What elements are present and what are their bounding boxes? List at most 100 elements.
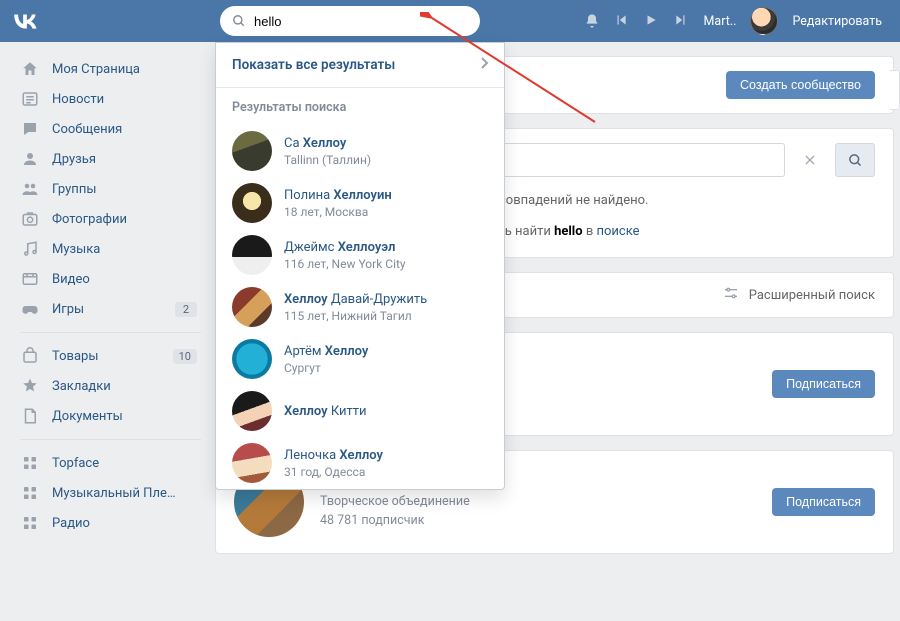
- top-header: Mart.. Редактировать: [0, 0, 900, 42]
- sidebar-item-label: Topface: [52, 456, 197, 471]
- dropdown-result-item[interactable]: Хеллоу Давай-Дружить 115 лет, Нижний Таги…: [216, 281, 504, 333]
- result-name: Хеллоу Китти: [284, 404, 367, 419]
- star-icon: [20, 376, 40, 396]
- result-name: Джеймс Хеллоуэл: [284, 240, 406, 255]
- bell-icon[interactable]: [584, 13, 600, 29]
- next-icon[interactable]: [674, 13, 690, 29]
- show-all-results[interactable]: Показать все результаты: [216, 43, 504, 88]
- sidebar-item[interactable]: Закладки: [20, 371, 215, 401]
- search-button[interactable]: [835, 143, 875, 177]
- sidebar-item[interactable]: Друзья: [20, 144, 215, 174]
- result-avatar: [232, 339, 272, 379]
- result-subtitle: 116 лет, New York City: [284, 257, 406, 271]
- result-avatar: [232, 235, 272, 275]
- groups-icon: [20, 179, 40, 199]
- result-subtitle: 31 год, Одесса: [284, 465, 383, 479]
- sidebar-item-label: Закладки: [52, 379, 197, 394]
- sidebar-badge: 10: [173, 349, 197, 364]
- result-subtitle: Tallinn (Таллин): [284, 153, 371, 167]
- create-community-button[interactable]: Создать сообщество: [726, 71, 875, 99]
- doc-icon: [20, 406, 40, 426]
- result-name: Леночка Хеллоу: [284, 448, 383, 463]
- sidebar-item[interactable]: Игры 2: [20, 294, 215, 324]
- app-icon: [20, 453, 40, 473]
- sidebar-item-label: Игры: [52, 302, 163, 317]
- result-subtitle: Сургут: [284, 361, 368, 375]
- app-icon: [20, 483, 40, 503]
- result-name: Полина Хеллоуин: [284, 188, 392, 203]
- games-icon: [20, 299, 40, 319]
- search-input[interactable]: [220, 6, 480, 36]
- dropdown-result-item[interactable]: Леночка Хеллоу 31 год, Одесса: [216, 437, 504, 489]
- search-link[interactable]: поиске: [596, 224, 639, 239]
- result-name: Артём Хеллоу: [284, 344, 368, 359]
- subscribe-button[interactable]: Подписаться: [772, 488, 875, 516]
- app-icon: [20, 513, 40, 533]
- market-icon: [20, 346, 40, 366]
- results-section-label: Результаты поиска: [216, 88, 504, 125]
- sidebar-item-label: Новости: [52, 92, 197, 107]
- result-subtitle: 18 лет, Москва: [284, 205, 392, 219]
- dropdown-result-item[interactable]: Са Хеллоу Tallinn (Таллин): [216, 125, 504, 177]
- header-edit-link[interactable]: Редактировать: [792, 14, 882, 29]
- sidebar-item-label: Группы: [52, 182, 197, 197]
- sidebar-item-label: Музыка: [52, 242, 197, 257]
- sidebar-item-label: Документы: [52, 409, 197, 424]
- header-search: [220, 6, 480, 36]
- dropdown-result-item[interactable]: Хеллоу Китти: [216, 385, 504, 437]
- result-subtitle: 115 лет, Нижний Тагил: [284, 309, 427, 323]
- sidebar-item-label: Радио: [52, 516, 197, 531]
- sidebar-item[interactable]: Документы: [20, 401, 215, 431]
- right-panel-edge: [890, 70, 900, 110]
- vk-logo[interactable]: [0, 13, 50, 29]
- header-username[interactable]: Mart..: [704, 14, 737, 29]
- sidebar-item-label: Видео: [52, 272, 197, 287]
- dropdown-result-item[interactable]: Джеймс Хеллоуэл 116 лет, New York City: [216, 229, 504, 281]
- sidebar-item[interactable]: Радио: [20, 508, 215, 538]
- result-type: Творческое объединение: [320, 493, 756, 512]
- sidebar-item-label: Фотографии: [52, 212, 197, 227]
- result-name: Са Хеллоу: [284, 136, 371, 151]
- result-subs: 48 781 подписчик: [320, 512, 756, 531]
- news-icon: [20, 89, 40, 109]
- dropdown-result-item[interactable]: Артём Хеллоу Сургут: [216, 333, 504, 385]
- sidebar-item[interactable]: Topface: [20, 448, 215, 478]
- sidebar-item-label: Товары: [52, 349, 161, 364]
- sidebar-item[interactable]: Фотографии: [20, 204, 215, 234]
- result-avatar: [232, 183, 272, 223]
- sidebar-separator: [20, 439, 201, 440]
- header-avatar[interactable]: [750, 7, 778, 35]
- search-icon: [232, 14, 246, 28]
- result-avatar: [232, 131, 272, 171]
- header-right: Mart.. Редактировать: [584, 7, 900, 35]
- photo-icon: [20, 209, 40, 229]
- sliders-icon: [723, 285, 739, 305]
- msg-icon: [20, 119, 40, 139]
- sidebar-item-label: Сообщения: [52, 122, 197, 137]
- clear-icon[interactable]: [793, 143, 827, 177]
- chevron-right-icon: [480, 57, 488, 73]
- sidebar-item[interactable]: Группы: [20, 174, 215, 204]
- friends-icon: [20, 149, 40, 169]
- sidebar-item[interactable]: Товары 10: [20, 341, 215, 371]
- sidebar-item[interactable]: Музыка: [20, 234, 215, 264]
- dropdown-result-item[interactable]: Полина Хеллоуин 18 лет, Москва: [216, 177, 504, 229]
- play-icon[interactable]: [644, 13, 660, 29]
- search-dropdown: Показать все результаты Результаты поиск…: [215, 42, 505, 490]
- sidebar-item-label: Друзья: [52, 152, 197, 167]
- subscribe-button[interactable]: Подписаться: [772, 370, 875, 398]
- sidebar-separator: [20, 332, 201, 333]
- music-icon: [20, 239, 40, 259]
- result-name: Хеллоу Давай-Дружить: [284, 292, 427, 307]
- sidebar-item[interactable]: Музыкальный Пле…: [20, 478, 215, 508]
- video-icon: [20, 269, 40, 289]
- prev-icon[interactable]: [614, 13, 630, 29]
- sidebar-badge: 2: [175, 302, 197, 317]
- result-avatar: [232, 443, 272, 483]
- sidebar-item[interactable]: Новости: [20, 84, 215, 114]
- sidebar-item[interactable]: Моя Страница: [20, 54, 215, 84]
- sidebar-item-label: Музыкальный Пле…: [52, 486, 197, 501]
- sidebar-item[interactable]: Сообщения: [20, 114, 215, 144]
- advanced-search-label: Расширенный поиск: [749, 288, 875, 303]
- sidebar-item[interactable]: Видео: [20, 264, 215, 294]
